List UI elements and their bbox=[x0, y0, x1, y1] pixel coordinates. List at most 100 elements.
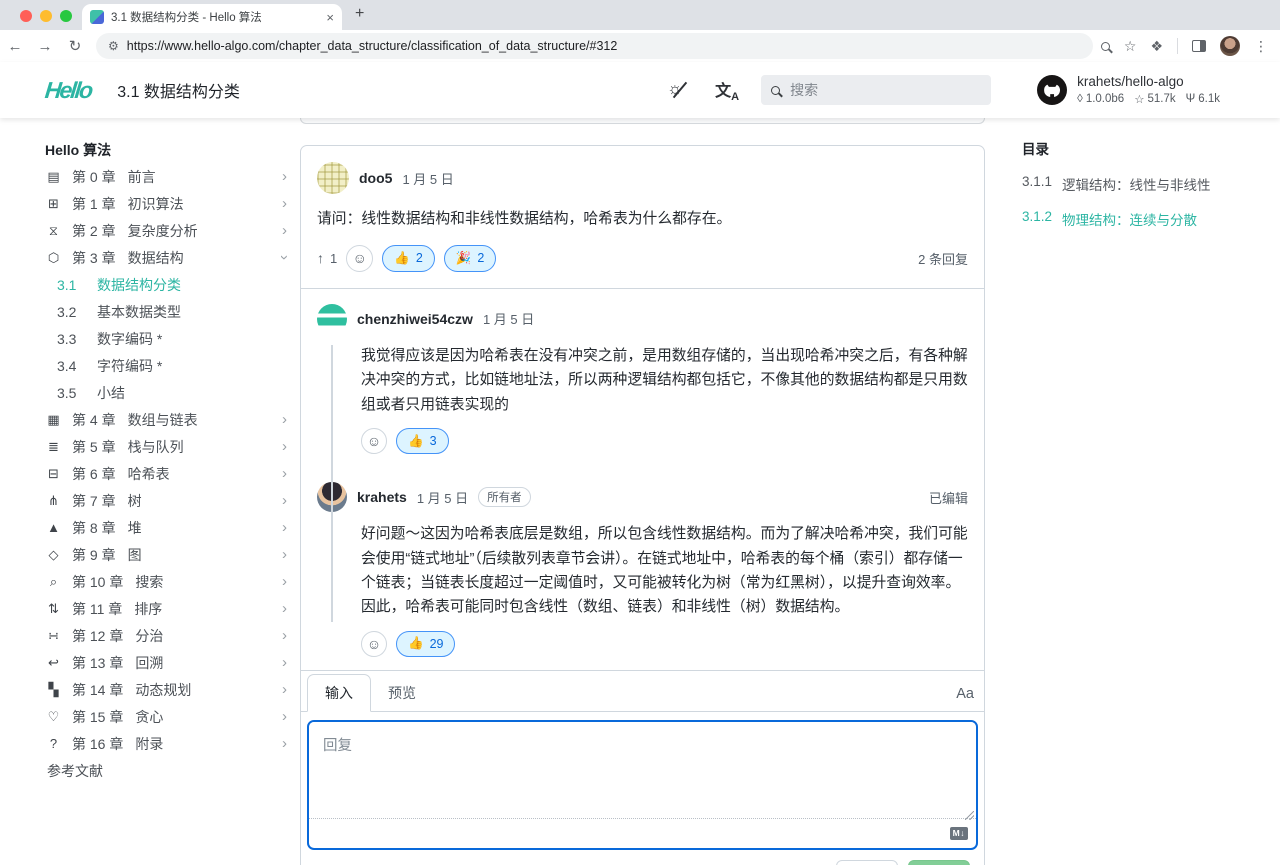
new-tab-button[interactable]: + bbox=[355, 5, 364, 23]
site-logo[interactable]: Hello bbox=[44, 77, 93, 104]
url-text[interactable]: https://www.hello-algo.com/chapter_data_… bbox=[127, 39, 618, 53]
sidebar-item-3.1[interactable]: 3.1数据结构分类 bbox=[45, 271, 295, 298]
item-number: 3.4 bbox=[57, 358, 85, 374]
theme-toggle-icon[interactable]: ☼ bbox=[669, 78, 693, 102]
reaction-thumbsup[interactable]: 👍 29 bbox=[396, 631, 455, 657]
back-icon[interactable]: ← bbox=[0, 38, 30, 55]
bookmark-star-icon[interactable]: ☆ bbox=[1124, 38, 1137, 55]
tab-preview[interactable]: 预览 bbox=[371, 675, 433, 711]
reply-textarea[interactable] bbox=[309, 722, 976, 818]
side-panel-icon[interactable] bbox=[1192, 40, 1206, 52]
sidebar-item-第5章[interactable]: ≣第 5 章栈与队列› bbox=[45, 433, 295, 460]
reply-author[interactable]: chenzhiwei54czw bbox=[357, 311, 473, 327]
add-reaction-button[interactable]: ☺ bbox=[361, 428, 387, 454]
sidebar-item-第13章[interactable]: ↩第 13 章回溯› bbox=[45, 649, 295, 676]
language-icon[interactable]: 文A bbox=[715, 77, 739, 103]
fork-icon: Ψ bbox=[1186, 93, 1196, 105]
sidebar-item-第2章[interactable]: ⧖第 2 章复杂度分析› bbox=[45, 217, 295, 244]
sidebar-nav: Hello 算法 ▤第 0 章前言›⊞第 1 章初识算法›⧖第 2 章复杂度分析… bbox=[45, 136, 295, 784]
owner-badge: 所有者 bbox=[478, 487, 531, 507]
address-bar[interactable]: ⚙ https://www.hello-algo.com/chapter_dat… bbox=[96, 33, 1093, 59]
site-settings-icon[interactable]: ⚙ bbox=[108, 39, 119, 53]
toc-item-3.1.1[interactable]: 3.1.1逻辑结构：线性与非线性 bbox=[1022, 174, 1262, 194]
item-label: 分治 bbox=[135, 626, 163, 646]
close-window-button[interactable] bbox=[20, 10, 32, 22]
reload-icon[interactable]: ↻ bbox=[60, 37, 90, 55]
avatar[interactable] bbox=[317, 304, 347, 334]
stack-icon: ≣ bbox=[45, 439, 62, 455]
add-reaction-button[interactable]: ☺ bbox=[346, 245, 373, 272]
search-icon: ⌕ bbox=[45, 574, 62, 590]
sidebar-item-3.4[interactable]: 3.4字符编码 * bbox=[45, 352, 295, 379]
browser-tab[interactable]: 3.1 数据结构分类 - Hello 算法 × bbox=[82, 4, 342, 30]
sidebar-item-第3章[interactable]: ⬡第 3 章数据结构› bbox=[45, 244, 295, 271]
sidebar-item-第15章[interactable]: ♡第 15 章贪心› bbox=[45, 703, 295, 730]
zoom-icon[interactable] bbox=[1101, 42, 1110, 51]
star-icon: ☆ bbox=[1134, 92, 1144, 106]
tab-close-icon[interactable]: × bbox=[326, 10, 334, 25]
sidebar-item-第12章[interactable]: ∺第 12 章分治› bbox=[45, 622, 295, 649]
tag-icon: ◊ bbox=[1077, 93, 1083, 105]
add-reaction-button[interactable]: ☺ bbox=[361, 631, 387, 657]
menu-dots-icon[interactable]: ⋮ bbox=[1254, 38, 1268, 55]
toc-item-3.1.2[interactable]: 3.1.2物理结构：连续与分散 bbox=[1022, 209, 1262, 229]
browser-toolbar: ← → ↻ ⚙ https://www.hello-algo.com/chapt… bbox=[0, 30, 1280, 62]
resize-handle[interactable] bbox=[965, 811, 974, 820]
sidebar-item-第4章[interactable]: ▦第 4 章数组与链表› bbox=[45, 406, 295, 433]
sidebar-item-3.2[interactable]: 3.2基本数据类型 bbox=[45, 298, 295, 325]
sidebar-item-3.3[interactable]: 3.3数字编码 * bbox=[45, 325, 295, 352]
chevron-right-icon: › bbox=[282, 600, 287, 617]
comment-author[interactable]: doo5 bbox=[359, 170, 392, 186]
comment-date[interactable]: 1 月 5 日 bbox=[402, 169, 453, 188]
sidebar-item-第0章[interactable]: ▤第 0 章前言› bbox=[45, 163, 295, 190]
reaction-thumbsup[interactable]: 👍 2 bbox=[382, 245, 435, 272]
window-controls[interactable] bbox=[20, 10, 72, 22]
upvote-button[interactable]: ↑ 1 bbox=[317, 250, 337, 266]
extensions-icon[interactable]: ❖ bbox=[1150, 38, 1163, 55]
github-repo-link[interactable]: krahets/hello-algo ◊1.0.0b6 ☆51.7k Ψ6.1k bbox=[1037, 74, 1220, 106]
chevron-right-icon: › bbox=[282, 222, 287, 239]
sidebar-site-title[interactable]: Hello 算法 bbox=[45, 136, 295, 163]
maximize-window-button[interactable] bbox=[60, 10, 72, 22]
avatar[interactable] bbox=[317, 162, 349, 194]
reply-comment: chenzhiwei54czw 1 月 5 日 我觉得应该是因为哈希表在没有冲突… bbox=[301, 289, 984, 467]
tada-icon: 🎉 bbox=[456, 251, 472, 266]
sidebar-item-ref[interactable]: 参考文献 bbox=[45, 757, 295, 784]
text-format-icon[interactable]: Aa bbox=[956, 686, 974, 702]
item-number: 第 8 章 bbox=[72, 518, 116, 538]
item-label: 复杂度分析 bbox=[128, 221, 198, 241]
tab-write[interactable]: 输入 bbox=[307, 674, 371, 712]
search-input[interactable]: 搜索 bbox=[761, 75, 991, 105]
sidebar-item-3.5[interactable]: 3.5小结 bbox=[45, 379, 295, 406]
search-placeholder: 搜索 bbox=[790, 80, 818, 100]
sidebar-item-第14章[interactable]: ▚第 14 章动态规划› bbox=[45, 676, 295, 703]
sidebar-item-第11章[interactable]: ⇅第 11 章排序› bbox=[45, 595, 295, 622]
book-icon: ▤ bbox=[45, 169, 62, 185]
item-label: 附录 bbox=[135, 734, 163, 754]
hourglass-icon: ⧖ bbox=[45, 223, 62, 239]
item-label: 图 bbox=[128, 545, 142, 565]
reaction-thumbsup[interactable]: 👍 3 bbox=[396, 428, 449, 454]
chevron-right-icon: › bbox=[282, 195, 287, 212]
search-icon bbox=[771, 86, 780, 95]
cancel-button[interactable]: 取消 bbox=[836, 860, 898, 865]
reply-submit-button[interactable]: 回复 bbox=[908, 860, 970, 865]
reply-date[interactable]: 1 月 5 日 bbox=[483, 309, 534, 328]
tree-icon: ⋔ bbox=[45, 493, 62, 509]
reply-date[interactable]: 1 月 5 日 bbox=[417, 488, 468, 507]
sidebar-item-第16章[interactable]: ?第 16 章附录› bbox=[45, 730, 295, 757]
profile-avatar[interactable] bbox=[1220, 36, 1240, 56]
item-label: 基本数据类型 bbox=[97, 302, 181, 322]
reaction-tada[interactable]: 🎉 2 bbox=[444, 245, 497, 272]
sidebar-item-第10章[interactable]: ⌕第 10 章搜索› bbox=[45, 568, 295, 595]
reply-author[interactable]: krahets bbox=[357, 489, 407, 505]
sidebar-item-第6章[interactable]: ⊟第 6 章哈希表› bbox=[45, 460, 295, 487]
minimize-window-button[interactable] bbox=[40, 10, 52, 22]
sidebar-item-第7章[interactable]: ⋔第 7 章树› bbox=[45, 487, 295, 514]
table-of-contents: 目录 3.1.1逻辑结构：线性与非线性3.1.2物理结构：连续与分散 bbox=[1022, 138, 1262, 244]
forward-icon[interactable]: → bbox=[30, 38, 60, 55]
sidebar-item-第8章[interactable]: ▲第 8 章堆› bbox=[45, 514, 295, 541]
sidebar-item-第9章[interactable]: ◇第 9 章图› bbox=[45, 541, 295, 568]
sidebar-item-第1章[interactable]: ⊞第 1 章初识算法› bbox=[45, 190, 295, 217]
item-number: 3.1 bbox=[57, 277, 85, 293]
